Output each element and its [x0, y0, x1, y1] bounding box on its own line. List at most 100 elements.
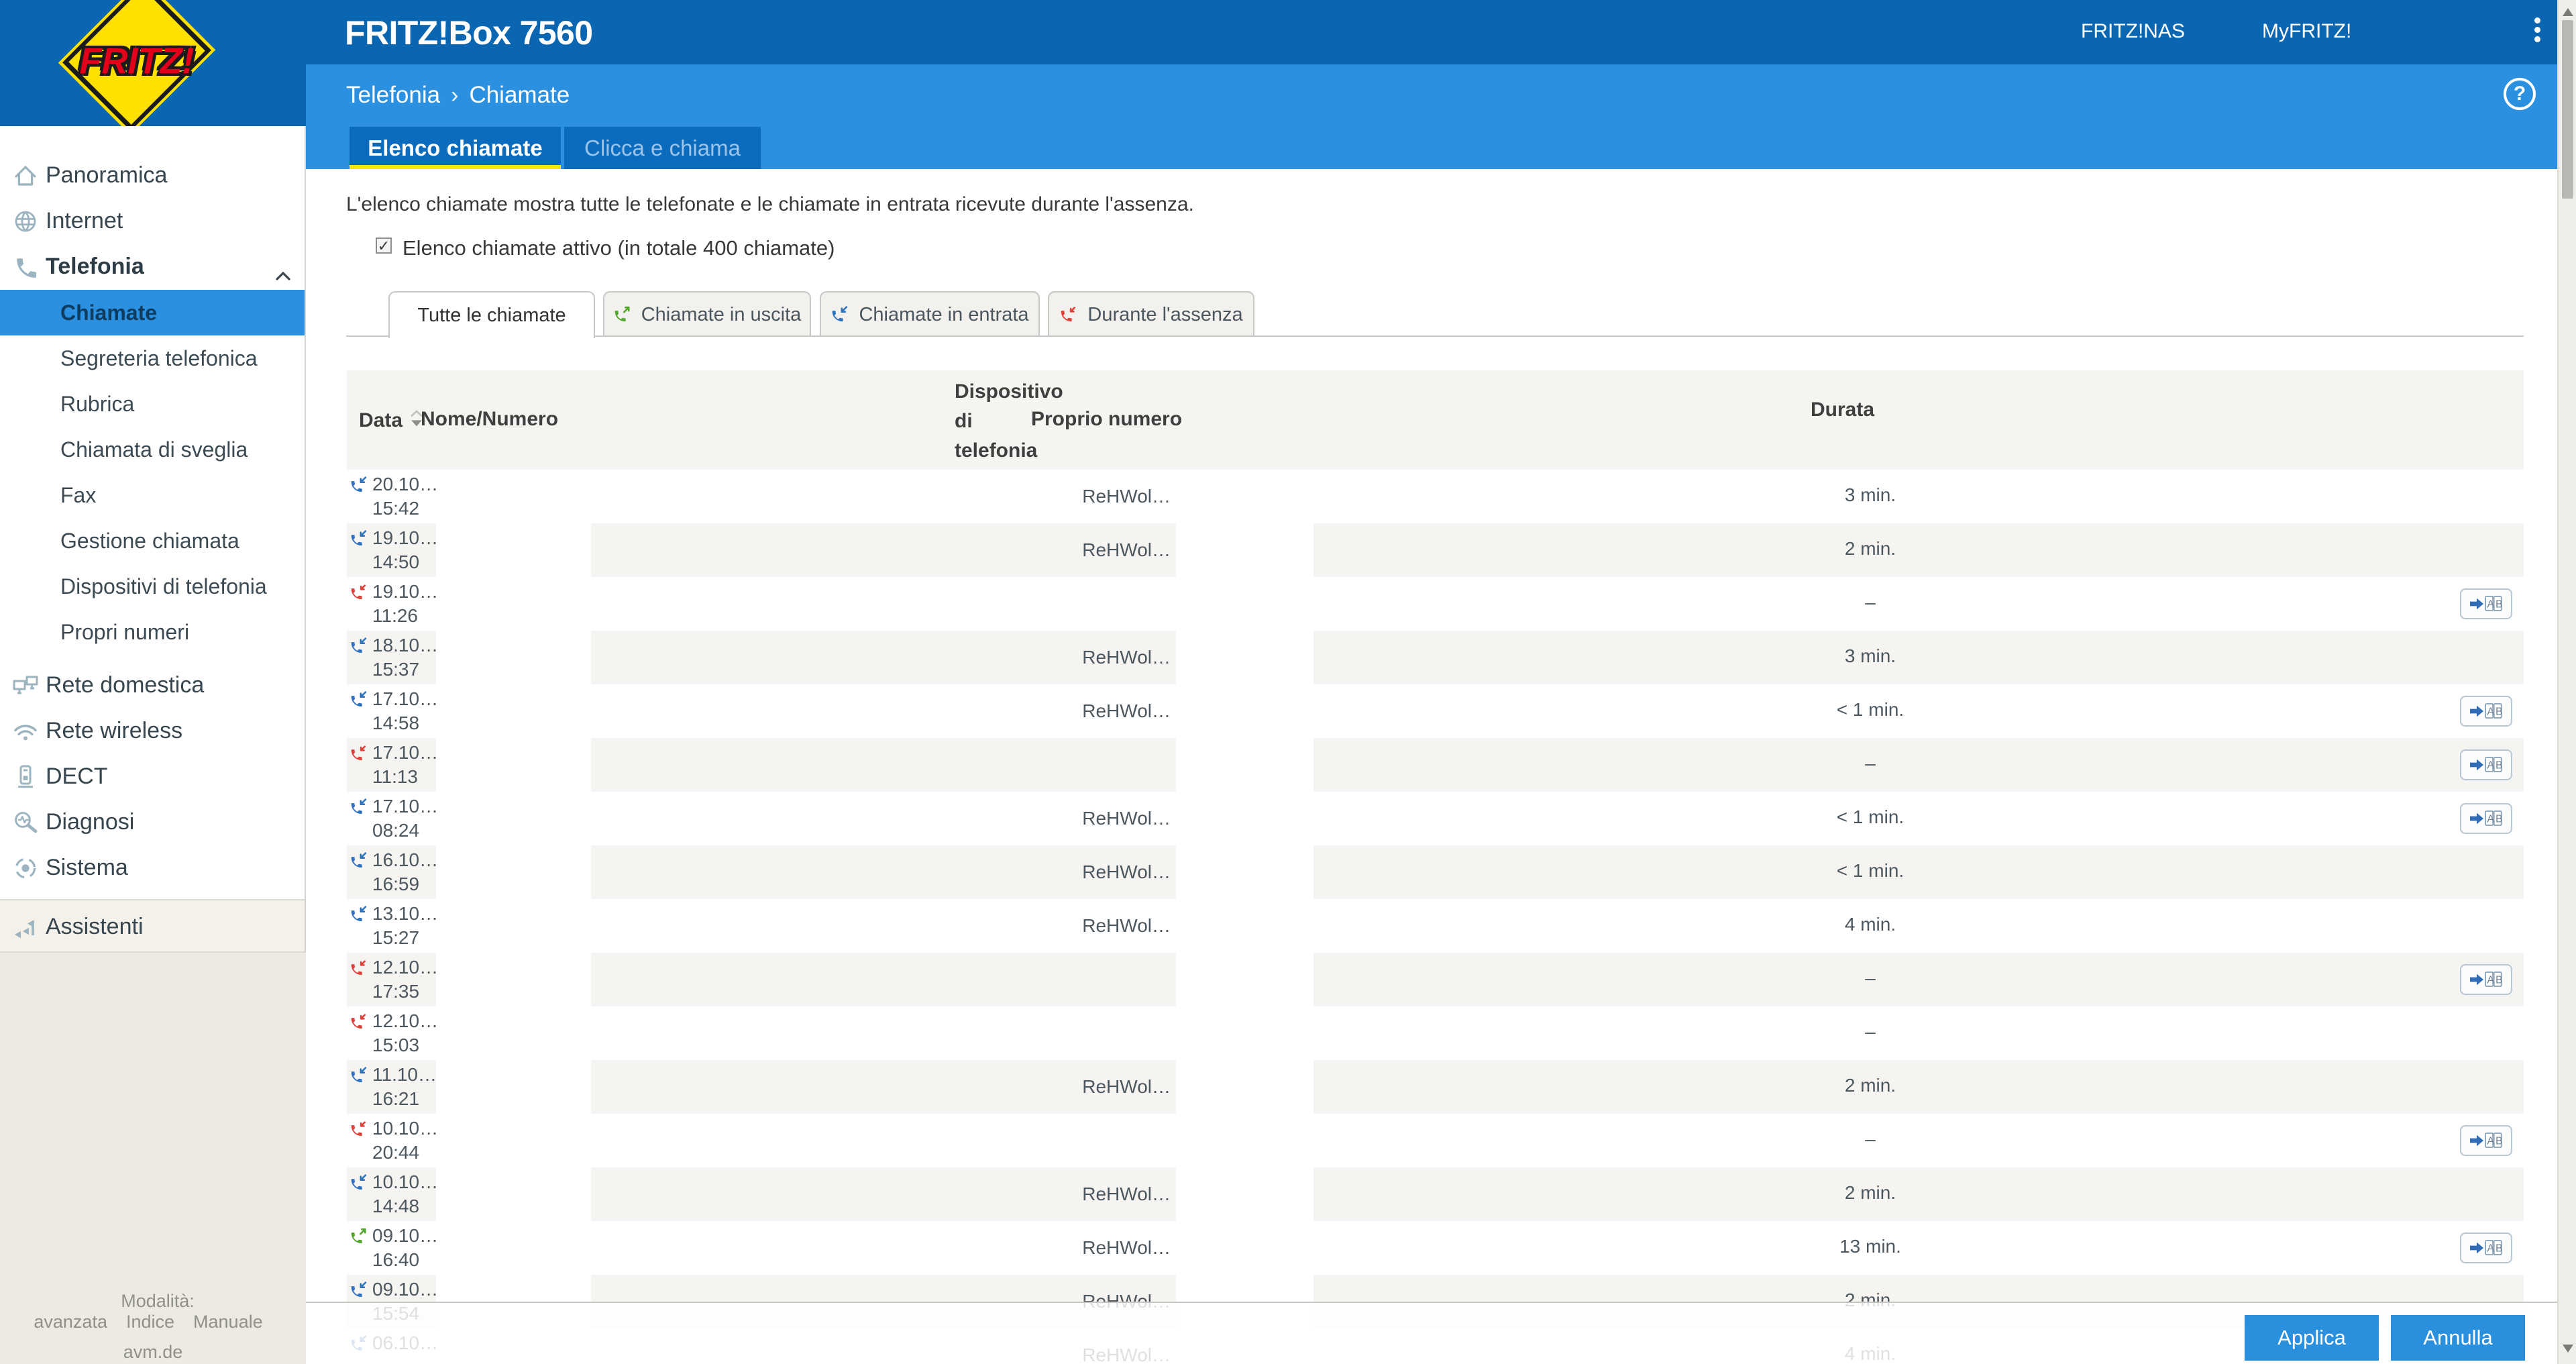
sidebar-item-rubrica[interactable]: Rubrica [0, 381, 305, 427]
sidebar-item-dispositivi[interactable]: Dispositivi di telefonia [0, 564, 305, 609]
fritz-logo[interactable]: FRITZ! [0, 0, 306, 126]
cell-device [591, 1006, 1176, 1060]
call-duration: 2 min. [1817, 1075, 1924, 1096]
sidebar-item-internet[interactable]: Internet [0, 199, 305, 244]
missed-call-icon [350, 745, 367, 762]
cell-device: ReHWol… [591, 1221, 1176, 1275]
incoming-call-icon [350, 1067, 367, 1084]
add-to-phonebook-button[interactable] [2460, 588, 2512, 619]
call-duration: – [1817, 592, 1924, 613]
sidebar-item-assistenti[interactable]: Assistenti [0, 899, 306, 953]
call-duration: – [1817, 1021, 1924, 1043]
tab-elenco-chiamate[interactable]: Elenco chiamate [350, 127, 561, 169]
incoming-call-icon [350, 691, 367, 709]
cell-device: ReHWol… [591, 523, 1176, 577]
sidebar-item-rete-domestica[interactable]: Rete domestica [0, 663, 305, 709]
add-to-phonebook-button[interactable] [2460, 749, 2512, 780]
cell-device: ReHWol… [591, 792, 1176, 845]
breadcrumb-section[interactable]: Telefonia [346, 82, 440, 108]
page-scrollbar[interactable] [2557, 0, 2576, 1364]
missed-call-icon [1059, 306, 1077, 323]
breadcrumb-separator: › [451, 83, 458, 108]
filter-tab-tutte[interactable]: Tutte le chiamate [388, 291, 595, 338]
cell-date: 17.10…08:24 [347, 792, 436, 845]
sidebar-item-dect[interactable]: DECT [0, 754, 305, 800]
call-time: 08:24 [372, 820, 419, 841]
sidebar-item-panoramica[interactable]: Panoramica [0, 153, 305, 199]
sidebar-item-telefonia[interactable]: Telefonia [0, 244, 305, 290]
device-name: ReHWol… [1082, 1237, 1171, 1259]
sidebar-item-label: Internet [46, 208, 123, 234]
fritznas-link[interactable]: FRITZ!NAS [2081, 20, 2185, 43]
sidebar-item-label: Telefonia [46, 254, 144, 280]
fritzbox-admin-page: FRITZ!Box 7560 FRITZ!NAS MyFRITZ! FRITZ!… [0, 0, 2576, 1364]
tab-clicca-e-chiama[interactable]: Clicca e chiama [564, 127, 761, 169]
outgoing-call-icon [613, 306, 631, 323]
sidebar-item-segreteria[interactable]: Segreteria telefonica [0, 335, 305, 381]
add-to-phonebook-button[interactable] [2460, 803, 2512, 834]
incoming-call-icon [350, 798, 367, 816]
cell-date: 12.10…15:03 [347, 1006, 436, 1060]
add-to-phonebook-button[interactable] [2460, 1125, 2512, 1156]
add-to-phonebook-button[interactable] [2460, 696, 2512, 727]
cell-duration: 2 min. [1313, 1167, 2524, 1221]
cell-duration: 3 min. [1313, 470, 2524, 523]
scroll-down-arrow-icon[interactable] [2563, 1345, 2573, 1353]
call-duration: 4 min. [1817, 914, 1924, 935]
breadcrumb: Telefonia›Chiamate [346, 82, 570, 109]
cell-duration: < 1 min. [1313, 792, 2524, 845]
scrollbar-thumb[interactable] [2562, 20, 2573, 199]
help-icon[interactable]: ? [2504, 78, 2536, 110]
call-list-active-checkbox[interactable]: ✓ [376, 238, 392, 254]
call-date: 16.10… [372, 849, 438, 871]
sidebar-item-gestione[interactable]: Gestione chiamata [0, 518, 305, 564]
add-to-phonebook-button[interactable] [2460, 1232, 2512, 1263]
add-to-phonebook-button[interactable] [2460, 964, 2512, 995]
cell-duration: 13 min. [1313, 1221, 2524, 1275]
sidebar-item-sistema[interactable]: Sistema [0, 845, 305, 891]
manual-link[interactable]: Manuale [193, 1312, 263, 1332]
sidebar-item-sveglia[interactable]: Chiamata di sveglia [0, 427, 305, 472]
sidebar-item-diagnosi[interactable]: Diagnosi [0, 800, 305, 845]
sidebar-item-fax[interactable]: Fax [0, 472, 305, 518]
sidebar-item-chiamate[interactable]: Chiamate [0, 290, 305, 335]
chevron-up-icon[interactable] [275, 262, 291, 286]
call-date: 19.10… [372, 581, 438, 602]
call-duration: < 1 min. [1817, 806, 1924, 828]
column-header-proprio: Proprio numero [1031, 408, 1182, 431]
call-duration: < 1 min. [1817, 860, 1924, 882]
call-duration: < 1 min. [1817, 699, 1924, 721]
device-name: ReHWol… [1082, 486, 1171, 507]
device-name: ReHWol… [1082, 808, 1171, 829]
myfritz-link[interactable]: MyFRITZ! [2262, 20, 2351, 43]
cancel-button[interactable]: Annulla [2391, 1315, 2525, 1361]
cell-date: 17.10…11:13 [347, 738, 436, 792]
call-row: 19.10…14:50 ReHWol… 2 min. [347, 523, 2524, 577]
scroll-up-arrow-icon[interactable] [2563, 8, 2573, 16]
call-date: 11.10… [372, 1064, 437, 1086]
cell-date: 10.10…20:44 [347, 1114, 436, 1167]
apply-button[interactable]: Applica [2245, 1315, 2379, 1361]
kebab-menu-icon[interactable] [2530, 17, 2544, 50]
column-header-data[interactable]: Data [359, 408, 417, 432]
incoming-call-icon [350, 906, 367, 923]
system-icon [12, 855, 39, 882]
cell-device: ReHWol… [591, 470, 1176, 523]
cell-device: ReHWol… [591, 684, 1176, 738]
cell-device [591, 1114, 1176, 1167]
call-date: 13.10… [372, 903, 438, 925]
sidebar-item-rete-wireless[interactable]: Rete wireless [0, 709, 305, 754]
incoming-call-icon [350, 530, 367, 547]
cell-date: 19.10…14:50 [347, 523, 436, 577]
incoming-call-icon [830, 306, 848, 323]
avm-link[interactable]: avm.de [123, 1342, 183, 1362]
cell-duration: – [1313, 1114, 2524, 1167]
sidebar-item-propri-numeri[interactable]: Propri numeri [0, 609, 305, 655]
index-link[interactable]: Indice [126, 1312, 174, 1332]
sidebar-item-label: Assistenti [46, 914, 144, 940]
cell-duration: – [1313, 738, 2524, 792]
filter-tab-uscita[interactable]: Chiamate in uscita [603, 291, 811, 337]
filter-tab-entrata[interactable]: Chiamate in entrata [820, 291, 1040, 337]
cell-duration: < 1 min. [1313, 684, 2524, 738]
filter-tab-assenza[interactable]: Durante l'assenza [1048, 291, 1254, 337]
